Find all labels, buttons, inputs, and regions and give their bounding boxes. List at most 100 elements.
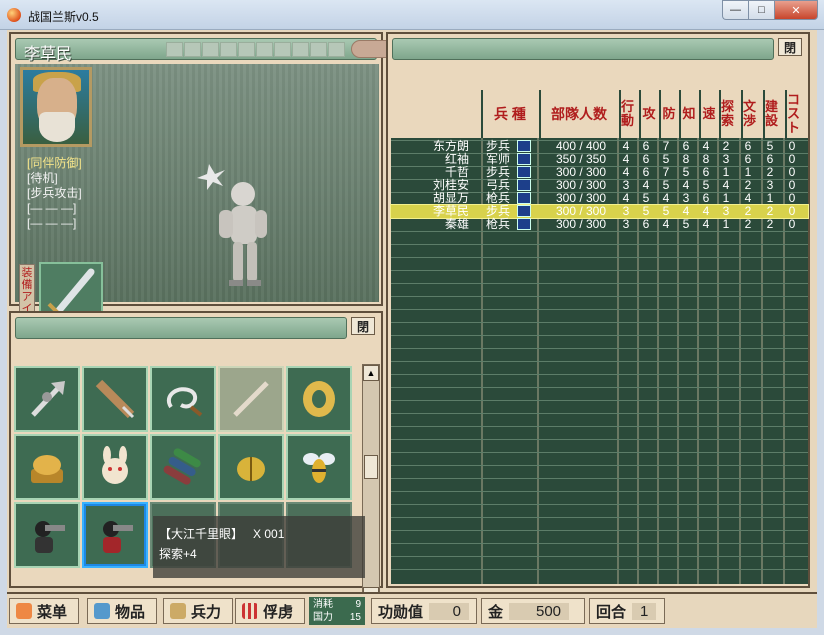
title-bar: 战国兰斯v0.5 — □ ✕ [0,0,824,30]
item-scrolls[interactable] [150,434,216,500]
gold-display: 金 500 [481,598,585,624]
tooltip-qty: X 001 [253,527,285,541]
turn-display: 回合 1 [589,598,665,624]
cell-stat: 4 [702,217,710,231]
close-button[interactable]: ✕ [774,0,818,20]
header-slots [166,42,345,57]
command-list: [同伴防御] [待机] [步兵攻击] [— — —] [— — —] [27,156,82,231]
window-title: 战国兰斯v0.5 [28,10,99,24]
cell-stat: 6 [642,217,650,231]
jail-icon [242,603,258,619]
item-header [15,317,347,339]
bracelet-icon [303,381,335,417]
app-icon [7,8,21,22]
bottom-bar: 菜单 物品 兵力 俘虏 消耗 9 国力 15 功勋值 0 金 500 回合 1 [7,592,817,626]
header-stat: 知 [679,90,697,138]
sword-icon [170,603,186,619]
game-screen: 李草民 [同伴防御] [待机] [步兵攻击] [— — —] [— — —] 装… [7,30,817,628]
header-type: 兵 種 [481,90,537,138]
roster-rows: 东方朗 步兵 400 / 400 4 6 7 6 4 2 6 5 0 红袖 军师 350 / 350 4 6 5 8… [390,139,809,231]
unit-type-icon [517,140,531,152]
cell-name: 东方朗 [432,139,469,153]
merit-display: 功勋值 0 [371,598,477,624]
unit-type-icon [517,218,531,230]
item-whip[interactable] [150,366,216,432]
scrolls-icon [163,448,201,485]
command-item[interactable]: [同伴防御] [27,156,82,171]
cell-stat: 2 [766,217,774,231]
header-stat: 防 [659,90,677,138]
item-telescope-ninja[interactable] [14,502,80,568]
cell-stat: 2 [744,217,752,231]
roster-table: 兵 種 部隊人数 行動 攻 防 知 速 探索 文渉 建設 コスト 东方朗 步兵 40… [390,90,809,584]
telescope-ninja-red-icon [103,521,133,553]
table-row[interactable]: 秦雄 枪兵 300 / 300 3 6 4 5 4 1 2 2 0 [391,218,808,231]
cell-type: 枪兵 [485,217,510,231]
unit-type-icon [517,166,531,178]
item-sword-equipped[interactable] [218,366,284,432]
items-button[interactable]: 物品 [87,598,157,624]
battle-field: [同伴防御] [待机] [步兵攻击] [— — —] [— — —] 装備アイテ… [15,64,379,339]
captives-button[interactable]: 俘虏 [235,598,305,624]
tooltip-item-name: 【大江千里眼】 [159,527,244,541]
scroll-thumb[interactable] [364,455,378,479]
cell-stat: 1 [722,217,730,231]
unit-type-icon [517,179,531,191]
unit-type-icon [517,192,531,204]
command-item[interactable]: [— — —] [27,201,82,216]
rabbit-mask-icon [102,446,128,484]
command-item[interactable]: [步兵攻击] [27,186,82,201]
header-troops: 部隊人数 [539,90,617,138]
resource-stats: 消耗 9 国力 15 [309,597,365,625]
unit-type-icon [517,205,531,217]
header-stat: 建設 [763,90,783,138]
item-tooltip: 【大江千里眼】 X 001 探索+4 [153,516,365,578]
item-axe[interactable] [14,366,80,432]
axe-icon [31,381,65,417]
general-panel: 李草民 [同伴防御] [待机] [步兵攻击] [— — —] [— — —] 装… [9,32,411,339]
item-bee[interactable] [286,434,352,500]
cell-name: 红袖 [444,152,469,166]
army-button[interactable]: 兵力 [163,598,233,624]
command-item[interactable]: [— — —] [27,216,82,231]
maximize-button[interactable]: □ [748,0,774,20]
header-stat: コスト [785,90,806,138]
table-header: 兵 種 部隊人数 行動 攻 防 知 速 探索 文渉 建設 コスト [391,90,808,138]
menu-button[interactable]: 菜单 [9,598,79,624]
item-close-button[interactable]: 閉 [351,317,375,335]
scroll-up-icon[interactable]: ▲ [363,365,379,381]
cell-stat: 4 [662,217,670,231]
item-daejiang-eye[interactable] [82,502,148,568]
item-wrapped-sword[interactable] [82,366,148,432]
item-golden-beetle[interactable] [218,434,284,500]
cell-name: 李草民 [432,204,469,218]
cell-stat: 3 [622,217,630,231]
golden-beast-icon [31,455,63,483]
header-stat: 行動 [619,90,637,138]
minimize-button[interactable]: — [722,0,748,20]
menu-icon [16,603,32,619]
cell-stat: 0 [788,217,796,231]
window-controls: — □ ✕ [722,0,818,20]
header-stat: 文渉 [741,90,761,138]
command-item[interactable]: [待机] [27,171,82,186]
wrapped-sword-icon [95,379,135,419]
whip-icon [167,387,203,417]
general-portrait [20,67,92,147]
cell-name: 秦雄 [444,217,469,231]
tooltip-effect: 探索+4 [159,547,197,561]
roster-close-button[interactable]: 閉 [778,38,802,56]
cell-troops: 300 / 300 [555,217,607,231]
bee-icon [303,453,335,483]
header-stat: 速 [699,90,717,138]
item-rabbit-mask[interactable] [82,434,148,500]
general-header: 李草民 [15,38,411,63]
item-golden-beast[interactable] [14,434,80,500]
ninja-unit-icon [197,164,267,286]
cell-stat: 5 [682,217,690,231]
general-name: 李草民 [24,46,73,63]
unit-type-icon [517,153,531,165]
header-stat: 探索 [719,90,739,138]
item-gold-bracelet[interactable] [286,366,352,432]
roster-panel: 閉 兵 種 部隊人数 行動 攻 防 知 速 探索 文渉 建設 コスト 东方朗 步兵… [386,32,810,588]
